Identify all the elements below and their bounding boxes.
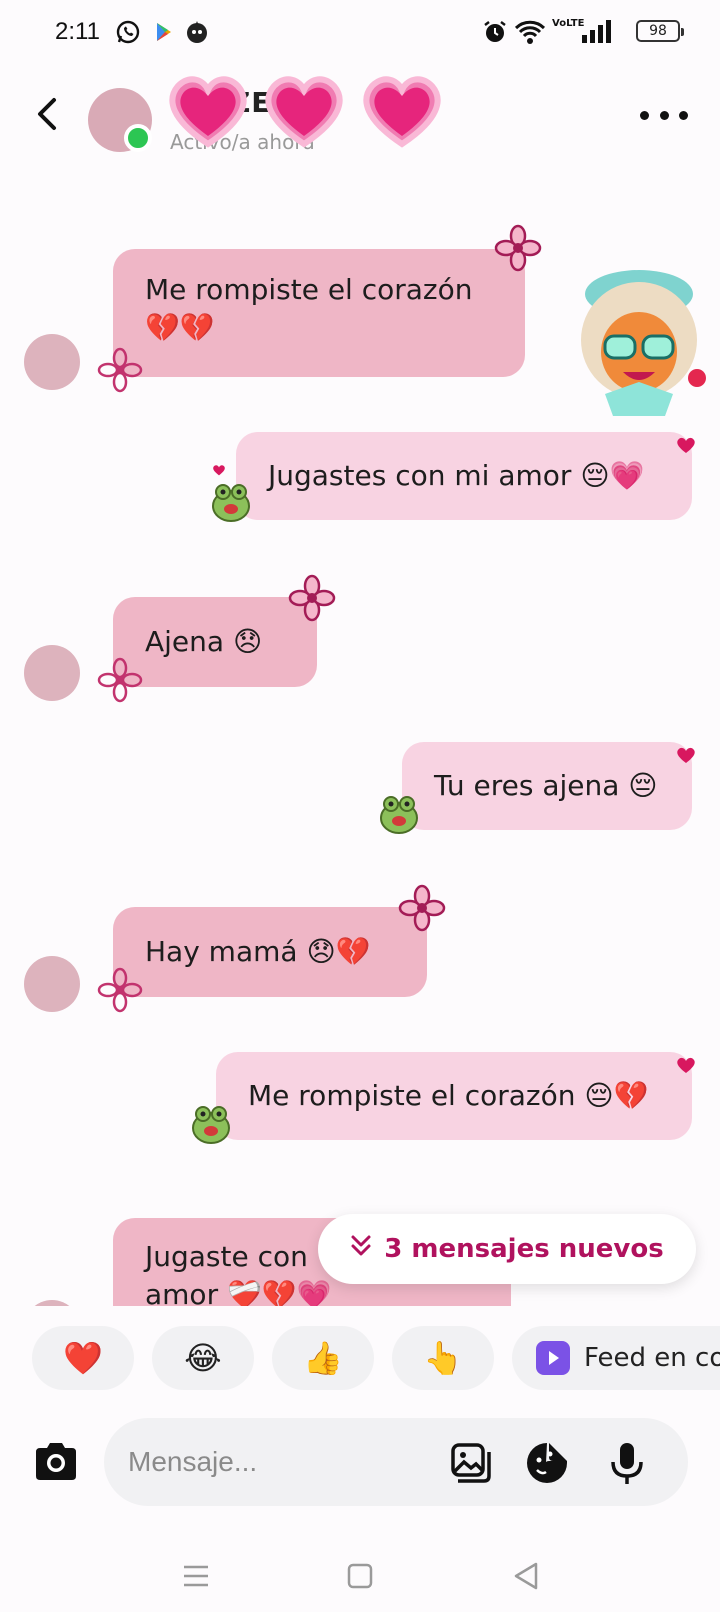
frog-sticker-icon xyxy=(192,1106,230,1144)
home-icon[interactable] xyxy=(342,1558,378,1594)
flower-icon xyxy=(288,574,336,622)
heart-icon xyxy=(677,1057,695,1073)
message-text: Me rompiste el corazón 💔💔 xyxy=(145,273,473,344)
flower-icon xyxy=(97,967,143,1013)
cartoon-girl-sticker-icon xyxy=(581,270,706,416)
message-bubble-sent[interactable]: Tu eres ajena 😔 xyxy=(402,742,692,830)
flower-icon xyxy=(494,224,542,272)
message-bubble-sent[interactable]: Jugastes con mi amor 😔💗 xyxy=(236,432,692,520)
play-store-icon xyxy=(152,18,176,46)
quick-reaction-laugh[interactable]: 😂 xyxy=(152,1326,254,1390)
alarm-icon xyxy=(482,18,508,46)
heart-sticker-icon xyxy=(363,76,441,148)
message-text: Tu eres ajena 😔 xyxy=(434,769,658,802)
battery-indicator: 98 xyxy=(636,20,684,42)
status-bar: 2:11 VoLTE 98 xyxy=(0,0,720,64)
flower-icon xyxy=(97,347,143,393)
sender-avatar[interactable] xyxy=(24,956,80,1012)
laughing-emoji-icon: 😂 xyxy=(184,1339,222,1377)
message-bubble-received[interactable]: Me rompiste el corazón 💔💔 xyxy=(113,249,525,377)
dot-icon xyxy=(640,110,649,120)
more-options-button[interactable] xyxy=(640,108,688,122)
double-chevron-down-icon xyxy=(350,1234,372,1264)
frog-sticker-icon xyxy=(380,796,418,834)
heart-sticker-icon xyxy=(265,76,343,148)
feed-button[interactable]: Feed en co xyxy=(512,1326,720,1390)
new-messages-button[interactable]: 3 mensajes nuevos xyxy=(318,1214,696,1284)
sender-avatar[interactable] xyxy=(24,334,80,390)
heart-icon xyxy=(213,465,225,476)
message-composer xyxy=(104,1418,688,1506)
message-text: Hay mamá 😞💔 xyxy=(145,935,371,968)
dot-icon xyxy=(659,110,669,120)
battery-level: 98 xyxy=(649,23,667,39)
flower-icon xyxy=(97,657,143,703)
chat-header: ZE Activo/a ahora xyxy=(0,64,720,174)
whatsapp-icon xyxy=(115,18,141,46)
message-text: Jugastes con mi amor 😔💗 xyxy=(268,459,645,492)
wifi-icon xyxy=(514,18,546,46)
quick-reaction-thumbs-up[interactable]: 👍 xyxy=(272,1326,374,1390)
message-bubble-received[interactable]: Hay mamá 😞💔 xyxy=(113,907,427,997)
message-bubble-sent[interactable]: Me rompiste el corazón 😔💔 xyxy=(216,1052,692,1140)
status-time: 2:11 xyxy=(55,18,100,45)
feed-label: Feed en co xyxy=(584,1343,720,1373)
system-nav-bar xyxy=(0,1540,720,1612)
sticker-icon[interactable] xyxy=(524,1440,570,1486)
gallery-icon[interactable] xyxy=(448,1440,494,1486)
menu-icon[interactable] xyxy=(178,1558,214,1594)
frog-sticker-icon xyxy=(212,484,250,522)
flower-icon xyxy=(398,884,446,932)
signal-icon xyxy=(580,18,612,46)
message-input[interactable] xyxy=(128,1440,428,1484)
quick-reaction-heart[interactable]: ❤️ xyxy=(32,1326,134,1390)
point-up-emoji-icon: 👆 xyxy=(423,1339,463,1377)
online-indicator xyxy=(124,124,152,152)
camera-button[interactable] xyxy=(30,1436,82,1488)
heart-emoji-icon: ❤️ xyxy=(63,1339,103,1377)
quick-reactions-bar: ❤️ 😂 👍 👆 Feed en co xyxy=(0,1326,720,1396)
feed-icon xyxy=(536,1341,570,1375)
back-nav-icon[interactable] xyxy=(508,1558,544,1594)
app-notification-icon xyxy=(184,18,210,46)
quick-reaction-point-up[interactable]: 👆 xyxy=(392,1326,494,1390)
sender-avatar[interactable] xyxy=(24,1300,80,1306)
chat-screen: 2:11 VoLTE 98 ZE Activo/a ahora Me rompi… xyxy=(0,0,720,1612)
microphone-icon[interactable] xyxy=(604,1440,650,1486)
message-text: Me rompiste el corazón 😔💔 xyxy=(248,1079,649,1112)
heart-sticker-icon xyxy=(169,76,247,148)
camera-icon xyxy=(36,1443,76,1480)
new-messages-label: 3 mensajes nuevos xyxy=(384,1234,664,1264)
message-text: Jugaste con amor ❤️‍🩹💔💗 xyxy=(145,1240,332,1306)
back-button[interactable] xyxy=(28,94,68,134)
message-text: Ajena 😞 xyxy=(145,625,263,658)
sender-avatar[interactable] xyxy=(24,645,80,701)
thumbs-up-emoji-icon: 👍 xyxy=(303,1339,343,1377)
chevron-left-icon xyxy=(38,98,56,130)
heart-icon xyxy=(677,747,695,763)
dot-icon xyxy=(679,110,688,120)
heart-icon xyxy=(677,437,695,453)
